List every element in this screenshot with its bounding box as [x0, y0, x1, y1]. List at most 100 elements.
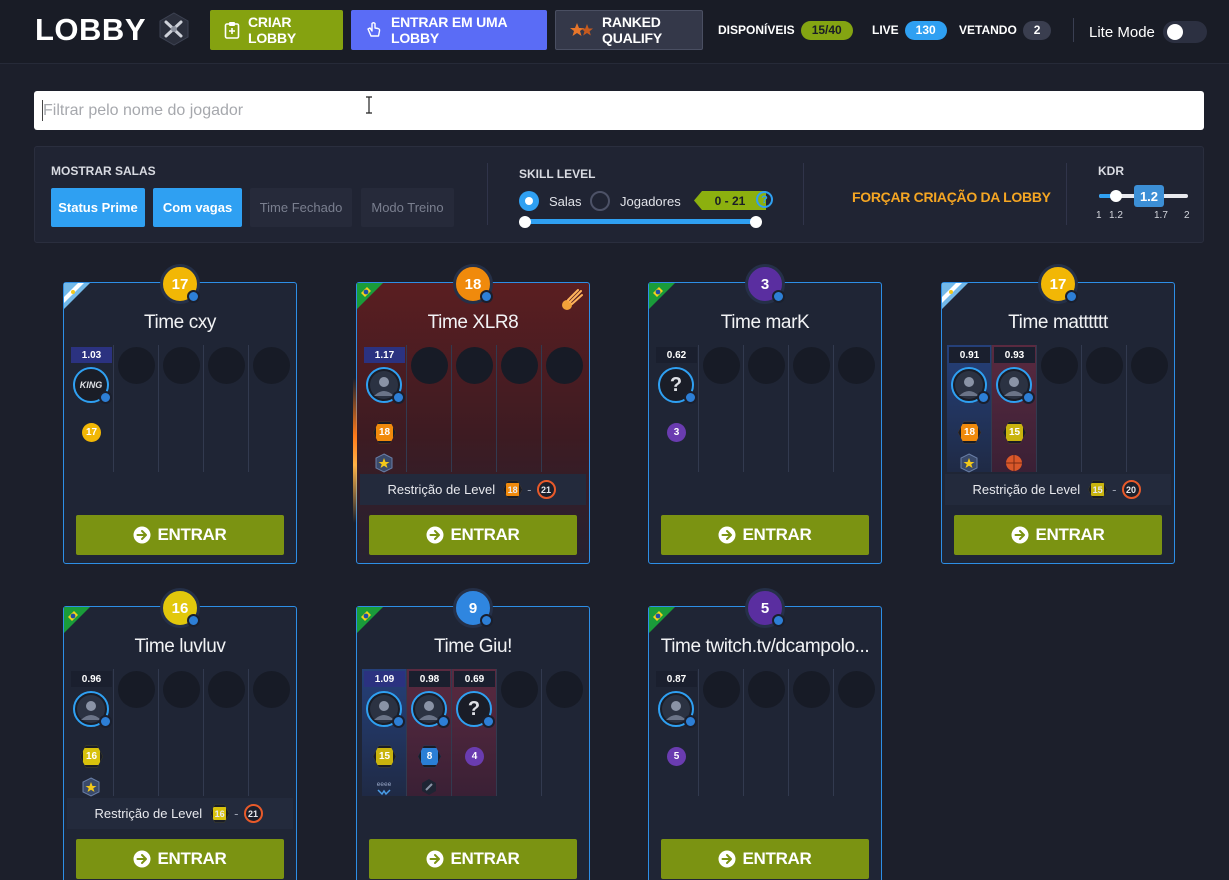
empty-slot[interactable]: [1082, 345, 1127, 472]
lobby-level-badge: 9: [453, 588, 493, 628]
enter-lobby-label: ENTRAR: [450, 849, 520, 868]
arrow-right-circle-icon: [133, 526, 151, 544]
empty-slot[interactable]: [744, 669, 789, 796]
enter-lobby-button[interactable]: ENTRAR: [76, 515, 284, 555]
empty-slot-circle: [793, 671, 830, 708]
empty-slot[interactable]: [407, 345, 452, 472]
prime-shield-icon: [772, 614, 785, 627]
empty-slot[interactable]: [789, 669, 834, 796]
text-caret: [42, 100, 43, 121]
prime-shield-icon: [99, 715, 112, 728]
skill-slider-track[interactable]: [525, 219, 756, 224]
radio-salas[interactable]: [519, 191, 539, 211]
empty-slot[interactable]: [789, 345, 834, 472]
level-restriction: Restrição de Level 16-21: [67, 798, 293, 829]
empty-slot[interactable]: [834, 345, 879, 472]
crossed-guns-icon: [159, 12, 189, 46]
player-avatar[interactable]: ?: [658, 367, 697, 404]
arrow-right-circle-icon: [426, 850, 444, 868]
create-lobby-button[interactable]: CRIAR LOBBY: [210, 10, 343, 50]
vetando-label: VETANDO: [959, 23, 1017, 37]
empty-slot[interactable]: [542, 669, 587, 796]
empty-slot[interactable]: [452, 345, 497, 472]
empty-slot[interactable]: [834, 669, 879, 796]
kdr-slider-handle[interactable]: [1110, 190, 1122, 202]
available-label: DISPONÍVEIS: [718, 23, 795, 37]
level-restriction-label: Restrição de Level: [387, 482, 496, 497]
enter-lobby-button[interactable]: ENTRAR: [369, 839, 577, 879]
empty-slot[interactable]: [699, 669, 744, 796]
filter-time-fechado-button[interactable]: Time Fechado: [250, 188, 352, 227]
empty-slot-circle: [118, 347, 155, 384]
empty-slot[interactable]: [114, 669, 159, 796]
player-level-badge: 18: [958, 421, 981, 444]
player-avatar[interactable]: [366, 691, 405, 728]
player-slot: 0.93 15: [992, 345, 1037, 472]
live-label: LIVE: [872, 23, 899, 37]
player-avatar[interactable]: KING: [73, 367, 112, 404]
empty-slot[interactable]: [542, 345, 587, 472]
enter-lobby-button[interactable]: ENTRAR: [369, 515, 577, 555]
filter-com-vagas-button[interactable]: Com vagas: [153, 188, 242, 227]
kdr-tick: 1: [1096, 210, 1102, 221]
empty-slot-circle: [1041, 347, 1078, 384]
skill-slider-max-handle[interactable]: [750, 216, 762, 228]
empty-slot[interactable]: [744, 345, 789, 472]
empty-slot[interactable]: [699, 345, 744, 472]
player-avatar[interactable]: [996, 367, 1035, 404]
divider: [1073, 18, 1074, 42]
empty-slot[interactable]: [497, 669, 542, 796]
vetando-stat: VETANDO 2: [959, 20, 1052, 40]
force-create-lobby-link[interactable]: FORÇAR CRIAÇÃO DA LOBBY: [852, 189, 1051, 205]
empty-slot[interactable]: [249, 345, 294, 472]
prime-shield-icon: [437, 715, 450, 728]
radio-salas-label: Salas: [549, 194, 582, 209]
radio-jogadores[interactable]: [590, 191, 610, 211]
help-icon[interactable]: ?: [756, 191, 773, 208]
lobby-level-badge: 5: [745, 588, 785, 628]
player-avatar[interactable]: [366, 367, 405, 404]
empty-slot[interactable]: [114, 345, 159, 472]
join-lobby-button[interactable]: ENTRAR EM UMA LOBBY: [351, 10, 547, 50]
empty-slot[interactable]: [204, 669, 249, 796]
empty-slot[interactable]: [249, 669, 294, 796]
filter-status-prime-button[interactable]: Status Prime: [51, 188, 145, 227]
player-kdr: 1.09: [364, 671, 405, 687]
player-avatar[interactable]: ?: [456, 691, 495, 728]
player-level-badge: 15: [373, 745, 396, 768]
lobby-title: Time twitch.tv/dcampolo...: [660, 636, 870, 657]
empty-slot-circle: [838, 671, 875, 708]
brazil-flag-icon: [649, 607, 675, 633]
player-avatar[interactable]: [411, 691, 450, 728]
lite-mode-toggle[interactable]: [1162, 21, 1207, 43]
empty-slot[interactable]: [159, 669, 204, 796]
lite-mode: Lite Mode: [1089, 21, 1207, 43]
skill-slider-min-handle[interactable]: [519, 216, 531, 228]
empty-slot[interactable]: [1037, 345, 1082, 472]
empty-slot[interactable]: [497, 345, 542, 472]
ball-medal-icon: [1006, 455, 1022, 471]
empty-slot-circle: [703, 671, 740, 708]
player-avatar[interactable]: [73, 691, 112, 728]
lobby-title: Time XLR8: [427, 312, 519, 333]
player-avatar[interactable]: [658, 691, 697, 728]
divider: [487, 163, 488, 225]
empty-slot-circle: [1131, 347, 1168, 384]
player-kdr: 1.17: [364, 347, 405, 363]
enter-lobby-button[interactable]: ENTRAR: [661, 839, 869, 879]
restriction-dash: -: [234, 806, 239, 821]
empty-slot[interactable]: [159, 345, 204, 472]
skill-level-label: SKILL LEVEL: [519, 167, 596, 181]
search-input[interactable]: [34, 91, 1204, 130]
ranked-qualify-button[interactable]: RANKED QUALIFY: [555, 10, 703, 50]
empty-slot[interactable]: [204, 345, 249, 472]
lite-mode-label: Lite Mode: [1089, 23, 1155, 41]
enter-lobby-button[interactable]: ENTRAR: [661, 515, 869, 555]
player-level-badge: 17: [82, 423, 101, 442]
enter-lobby-button[interactable]: ENTRAR: [954, 515, 1162, 555]
filter-modo-treino-button[interactable]: Modo Treino: [361, 188, 454, 227]
player-avatar[interactable]: [951, 367, 990, 404]
enter-lobby-button[interactable]: ENTRAR: [76, 839, 284, 879]
empty-slot[interactable]: [1127, 345, 1172, 472]
level-restriction-label: Restrição de Level: [972, 482, 1081, 497]
